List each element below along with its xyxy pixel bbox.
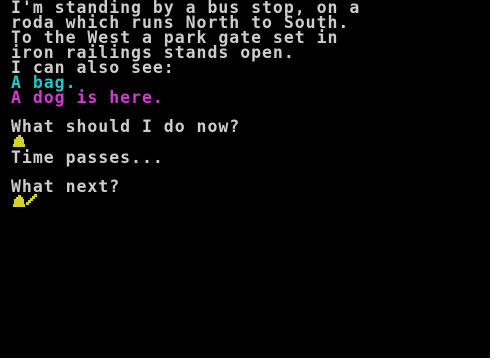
- prompt-what-should-i-do: What should I do now?: [11, 117, 241, 136]
- bell-icon: [13, 195, 25, 207]
- item-dog: A dog is here.: [11, 88, 164, 107]
- response-time-passes: Time passes...: [11, 148, 164, 167]
- game-screen[interactable]: I'm standing by a bus stop, on a roda wh…: [0, 0, 490, 358]
- pen-cursor-icon: [26, 194, 37, 205]
- command-input-area[interactable]: [40, 192, 470, 210]
- bell-icon: [13, 135, 25, 147]
